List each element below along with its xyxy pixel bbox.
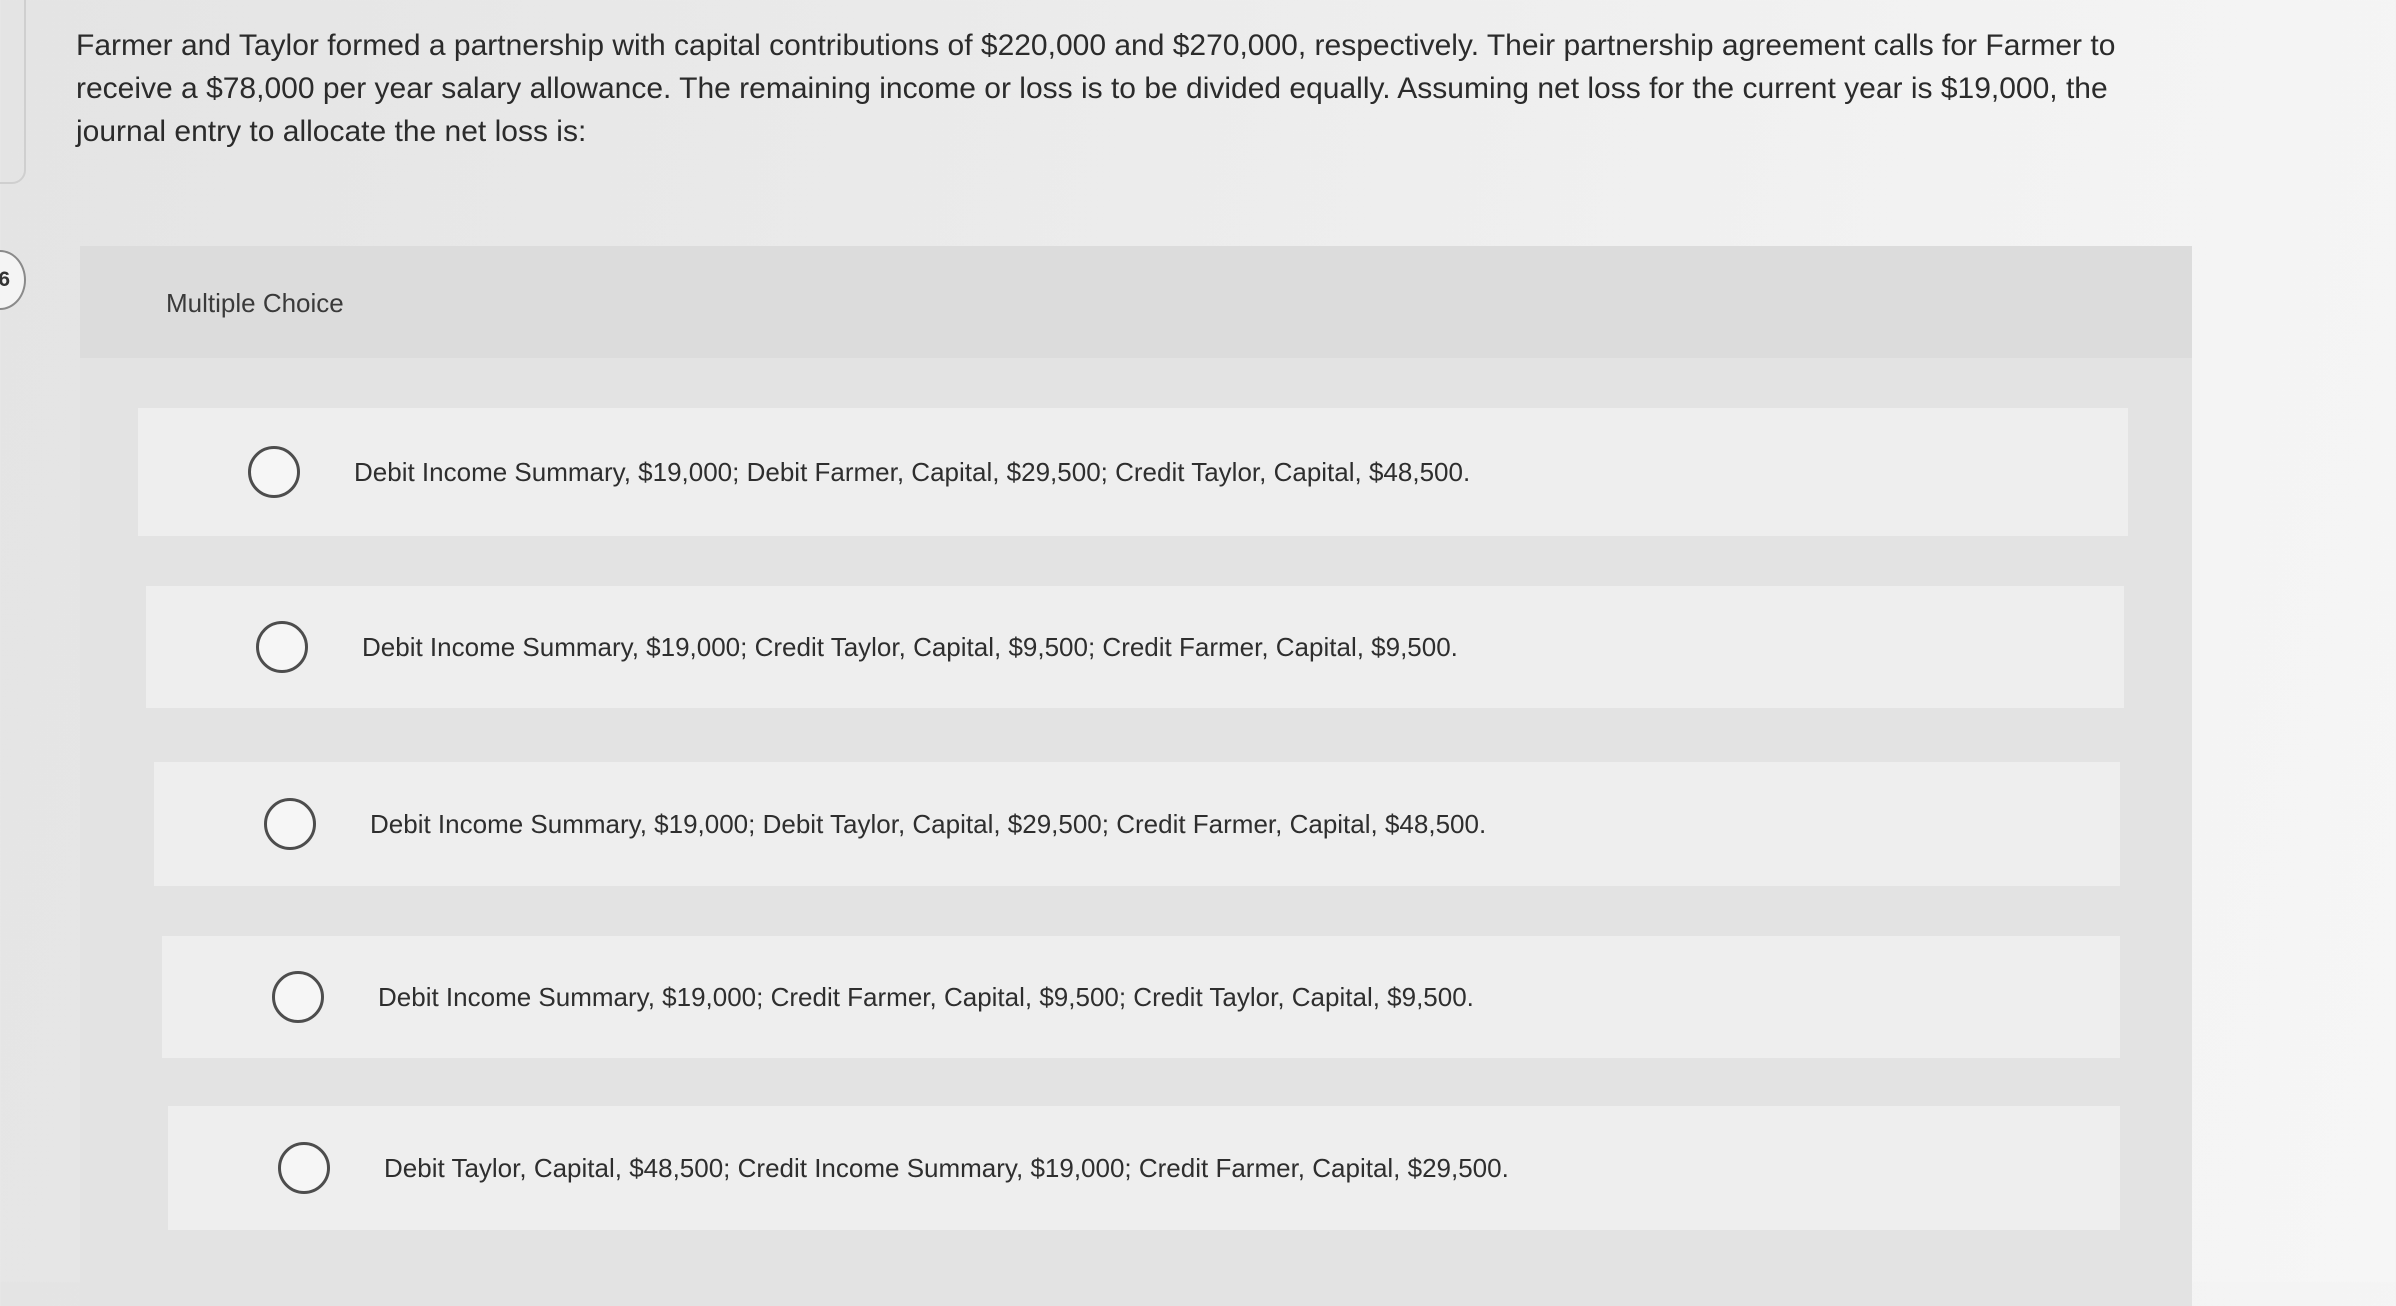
- answer-option-text: Debit Income Summary, $19,000; Credit Fa…: [378, 981, 1474, 1012]
- answer-option-text: Debit Income Summary, $19,000; Debit Far…: [354, 456, 1471, 487]
- answer-option-5[interactable]: Debit Taylor, Capital, $48,500; Credit I…: [168, 1106, 2120, 1230]
- question-number-badge[interactable]: 6: [0, 250, 26, 310]
- answer-option-text: Debit Income Summary, $19,000; Credit Ta…: [362, 631, 1458, 662]
- answer-option-1[interactable]: Debit Income Summary, $19,000; Debit Far…: [138, 408, 2128, 536]
- answer-option-text: Debit Taylor, Capital, $48,500; Credit I…: [384, 1152, 1509, 1183]
- answer-option-3[interactable]: Debit Income Summary, $19,000; Debit Tay…: [154, 762, 2120, 886]
- answer-option-text: Debit Income Summary, $19,000; Debit Tay…: [370, 808, 1487, 839]
- question-prompt: Farmer and Taylor formed a partnership w…: [76, 29, 2116, 148]
- multiple-choice-panel: Multiple Choice Debit Income Summary, $1…: [80, 246, 2192, 1306]
- multiple-choice-label: Multiple Choice: [166, 288, 344, 318]
- question-number: 6: [0, 268, 10, 291]
- radio-button-icon[interactable]: [264, 798, 316, 850]
- radio-button-icon[interactable]: [272, 971, 324, 1023]
- radio-button-icon[interactable]: [256, 621, 308, 673]
- multiple-choice-header: Multiple Choice: [80, 246, 2192, 358]
- radio-button-icon[interactable]: [248, 446, 300, 498]
- left-panel-edge: [0, 0, 26, 184]
- answer-option-4[interactable]: Debit Income Summary, $19,000; Credit Fa…: [162, 936, 2120, 1058]
- answer-option-2[interactable]: Debit Income Summary, $19,000; Credit Ta…: [146, 586, 2124, 708]
- radio-button-icon[interactable]: [278, 1142, 330, 1194]
